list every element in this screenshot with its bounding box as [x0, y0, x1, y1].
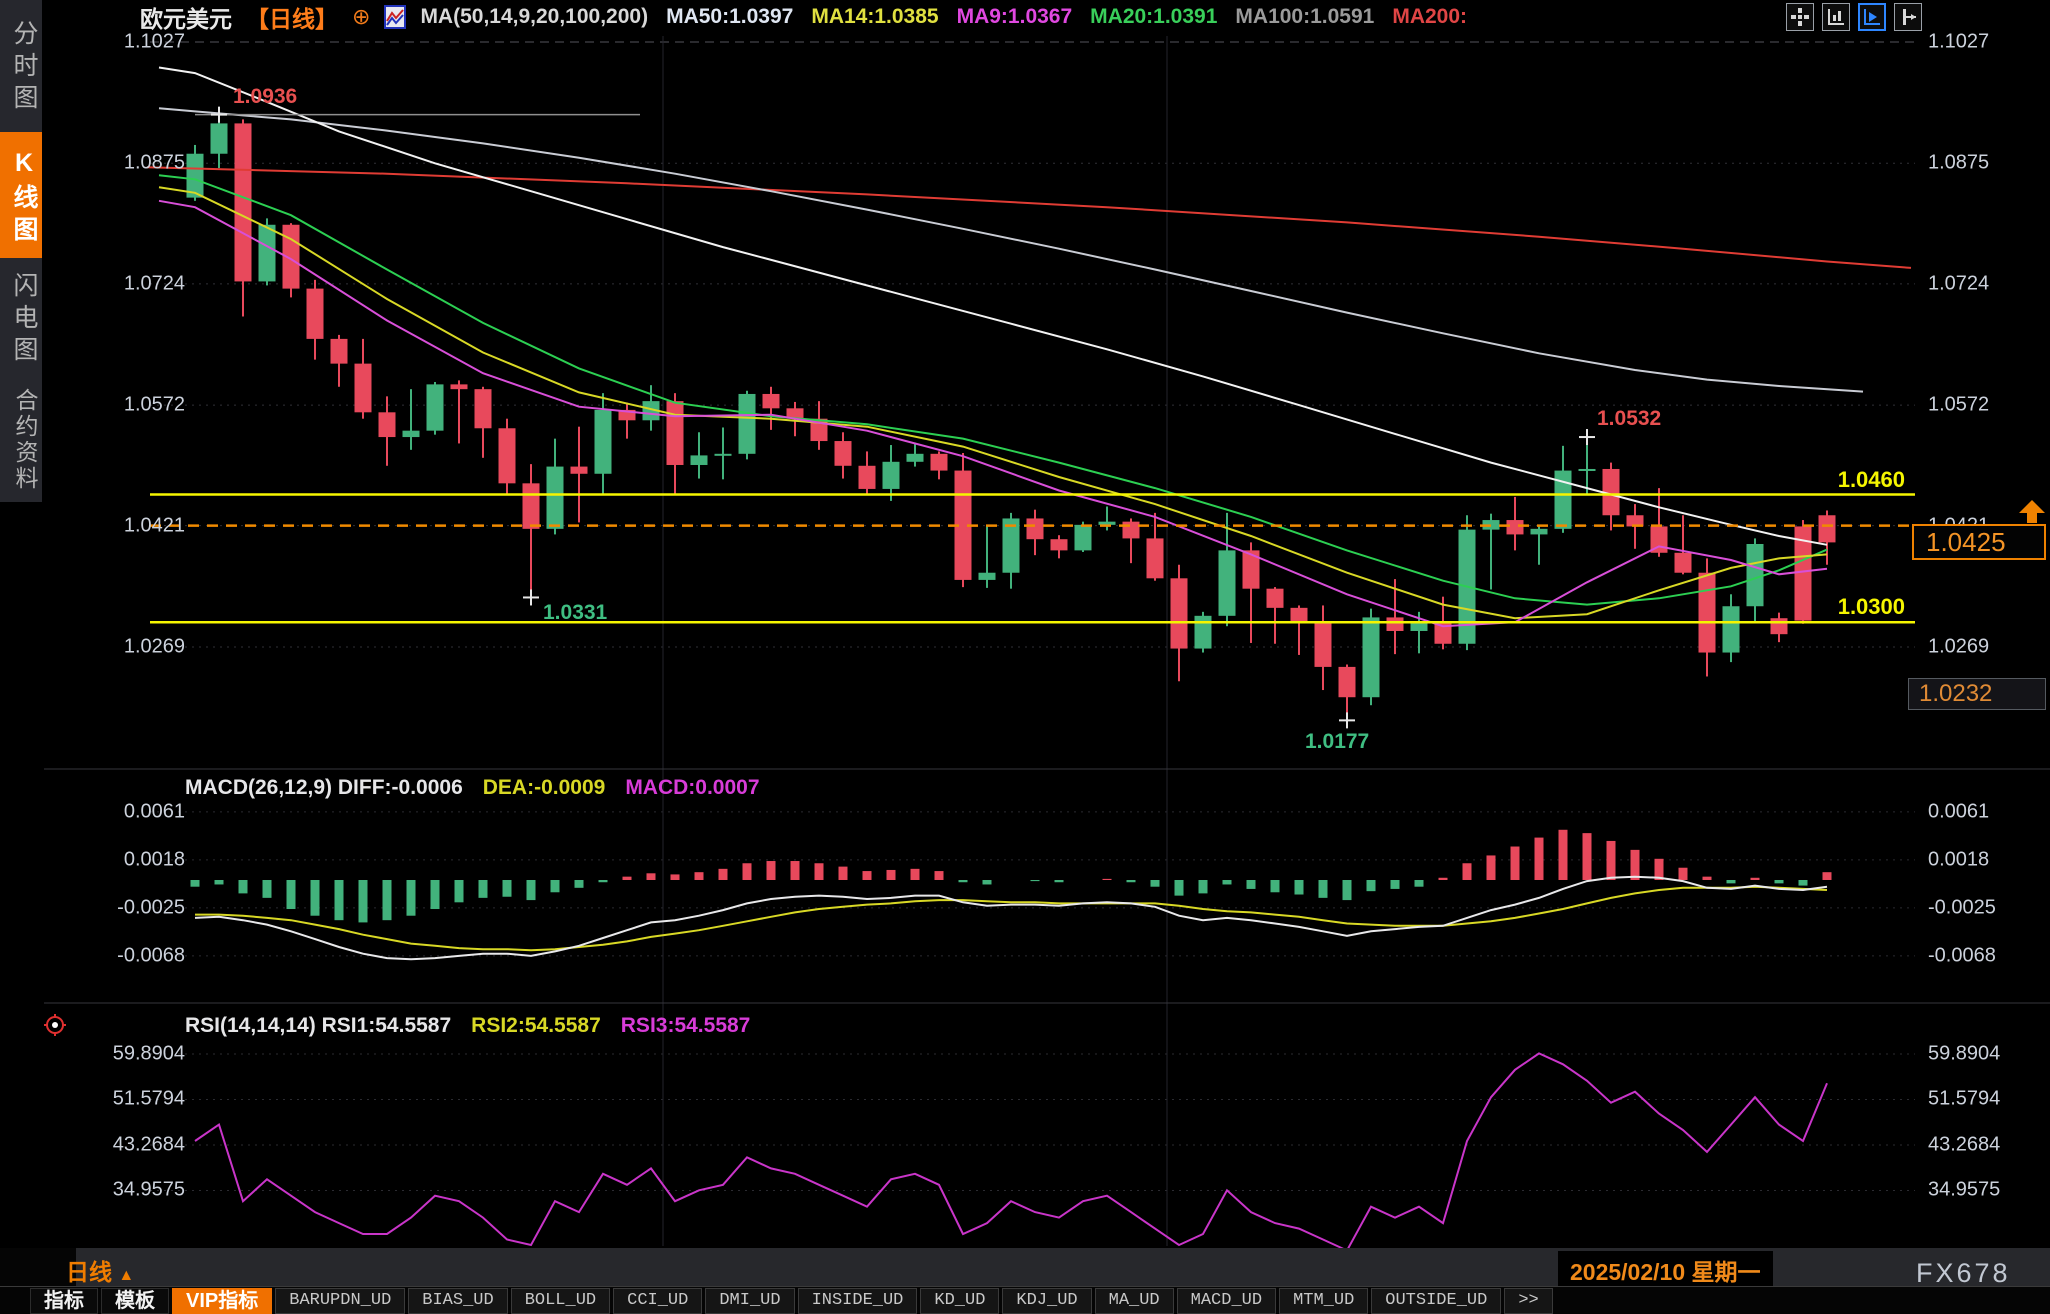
sidebar-item-lightning-chart[interactable]: 闪电图 [0, 264, 42, 376]
date-bar-corner [0, 1248, 76, 1286]
chart-header: 欧元美元 【日线】 ⊕ MA(50,14,9,20,100,200) MA50:1… [140, 2, 1467, 32]
ma-value: MA14:1.0385 [811, 5, 938, 29]
macd-value: DEA:-0.0009 [483, 776, 606, 800]
tab-MAUD[interactable]: MA_UD [1095, 1288, 1174, 1314]
rsi-pane [195, 1053, 1827, 1250]
tab-指标[interactable]: 指标 [30, 1288, 98, 1314]
ma-line-MA9 [159, 201, 1827, 626]
dea-line [195, 887, 1827, 951]
ma-value: MA20:1.0391 [1090, 5, 1217, 29]
tab-DMIUD[interactable]: DMI_UD [705, 1288, 794, 1314]
ma-line-MA200 [147, 167, 1911, 268]
chart-canvas[interactable] [0, 0, 2050, 1314]
symbol-title: 欧元美元 [140, 0, 232, 34]
chart-toolbar [1786, 3, 1922, 31]
ma-line-MA14 [159, 187, 1827, 618]
period-selector[interactable]: 日线 ▲ [66, 1253, 134, 1287]
axis-scale-icon[interactable] [1822, 3, 1850, 31]
tab-模板[interactable]: 模板 [101, 1288, 169, 1314]
tab-MTMUD[interactable]: MTM_UD [1279, 1288, 1368, 1314]
ma-line-MA100 [159, 108, 1863, 391]
tab-INSIDEUD[interactable]: INSIDE_UD [798, 1288, 918, 1314]
tab-OUTSIDEUD[interactable]: OUTSIDE_UD [1371, 1288, 1501, 1314]
rsi-value: RSI3:54.5587 [621, 1014, 751, 1038]
macd-value: MACD(26,12,9) DIFF:-0.0006 [185, 776, 463, 800]
sidebar-item-time-chart[interactable]: 分时图 [0, 10, 42, 126]
ma-value: MA50:1.0397 [666, 5, 793, 29]
shift-axis-icon[interactable] [1894, 3, 1922, 31]
indicator-tab-bar: 指标模板VIP指标BARUPDN_UDBIAS_UDBOLL_UDCCI_UDD… [0, 1286, 2050, 1314]
price-markers [211, 107, 1595, 729]
macd-header: MACD(26,12,9) DIFF:-0.0006 DEA:-0.0009 MAC… [185, 776, 760, 800]
auto-scroll-icon[interactable] [1858, 3, 1886, 31]
ma-value: MA9:1.0367 [957, 5, 1073, 29]
tab-MACDUD[interactable]: MACD_UD [1177, 1288, 1276, 1314]
ma-value: MA(50,14,9,20,100,200) [420, 5, 648, 29]
ma-line-MA50 [159, 68, 1827, 545]
period-tag: 【日线】 [246, 0, 338, 34]
level-lines [150, 115, 1915, 623]
tab-KDUD[interactable]: KD_UD [920, 1288, 999, 1314]
rsi-value: RSI(14,14,14) RSI1:54.5587 [185, 1014, 451, 1038]
indicator-settings-icon[interactable] [384, 5, 406, 29]
rsi-value: RSI2:54.5587 [471, 1014, 601, 1038]
sidebar: 分时图 K线图 闪电图 合约资料 [0, 0, 42, 502]
rsi-line [195, 1053, 1827, 1250]
macd-value: MACD:0.0007 [625, 776, 759, 800]
rsi-header: RSI(14,14,14) RSI1:54.5587 RSI2:54.5587 RS… [185, 1014, 750, 1038]
watermark: FX678 [1916, 1258, 2011, 1289]
sidebar-item-contract-info[interactable]: 合约资料 [0, 380, 42, 500]
chart-app: 1.09361.03311.01771.05321.10271.10271.08… [0, 0, 2050, 1314]
tab-CCIUD[interactable]: CCI_UD [613, 1288, 702, 1314]
date-bar: 日线 ▲ 2025/02/10 星期一 [0, 1248, 2050, 1286]
tab->>[interactable]: >> [1504, 1288, 1552, 1314]
indicator-target-icon[interactable] [44, 1014, 66, 1041]
candlestick-series [187, 115, 1836, 721]
pan-tool-icon[interactable] [1786, 3, 1814, 31]
ma-values-row: MA(50,14,9,20,100,200) MA50:1.0397 MA14:1.… [420, 5, 1467, 29]
gridlines [44, 36, 2050, 1246]
low-price-box: 1.0232 [1908, 678, 2046, 710]
tab-BARUPDNUD[interactable]: BARUPDN_UD [275, 1288, 405, 1314]
ma-value: MA200: [1392, 5, 1467, 29]
tab-KDJUD[interactable]: KDJ_UD [1002, 1288, 1091, 1314]
ma-value: MA100:1.0591 [1235, 5, 1374, 29]
price-up-arrow-icon [2018, 500, 2046, 524]
tab-VIP指标[interactable]: VIP指标 [172, 1288, 272, 1314]
macd-pane [191, 830, 1832, 959]
caret-up-icon: ▲ [118, 1267, 134, 1284]
sidebar-item-candle-chart[interactable]: K线图 [0, 132, 42, 258]
circle-plus-icon[interactable]: ⊕ [352, 4, 370, 30]
tab-BOLLUD[interactable]: BOLL_UD [511, 1288, 610, 1314]
tab-BIASUD[interactable]: BIAS_UD [408, 1288, 507, 1314]
ma-lines [147, 68, 1911, 627]
current-price-box: 1.0425 [1912, 524, 2046, 560]
selected-date-badge: 2025/02/10 星期一 [1558, 1251, 1773, 1289]
